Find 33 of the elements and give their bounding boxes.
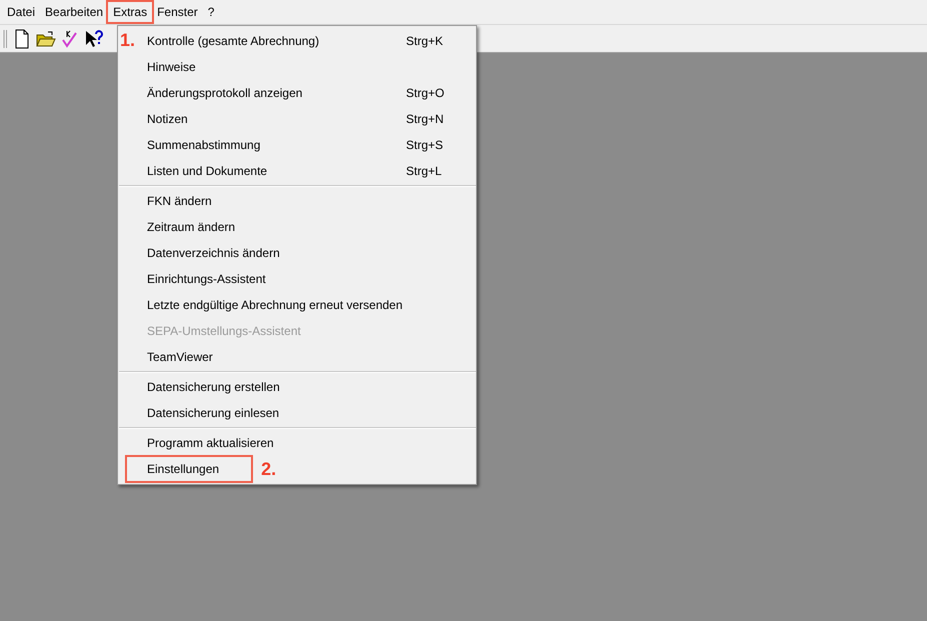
shortcut-text: Strg+O: [406, 86, 444, 100]
menu-item[interactable]: Zeitraum ändern: [147, 218, 406, 236]
menu-bar-item[interactable]: Datei: [2, 2, 40, 22]
menu-bar-item[interactable]: Bearbeiten: [40, 2, 108, 22]
shortcut-text: Strg+N: [406, 112, 444, 126]
step-number: 2.: [261, 459, 276, 479]
menu-bar-item[interactable]: ?: [202, 2, 220, 22]
menu-item[interactable]: Listen und Dokumente: [147, 162, 406, 180]
shortcut-text: Strg+S: [406, 138, 444, 152]
menu-item[interactable]: Datensicherung erstellen: [147, 378, 406, 396]
menu-item[interactable]: FKN ändern: [147, 192, 406, 210]
shortcut-text: Strg+K: [406, 34, 444, 48]
toolbar-grip: [3, 28, 8, 48]
menu-item[interactable]: Notizen: [147, 110, 406, 128]
check-icon[interactable]: [62, 28, 78, 48]
menu-item[interactable]: Änderungsprotokoll anzeigen: [147, 84, 406, 102]
new-document-icon[interactable]: [14, 28, 30, 48]
step-number: 1.: [120, 30, 136, 50]
open-folder-icon[interactable]: [36, 30, 56, 48]
shortcut-text: Strg+L: [406, 164, 442, 178]
help-pointer-icon[interactable]: [84, 28, 104, 48]
menu-item[interactable]: Datenverzeichnis ändern: [147, 244, 406, 262]
menu-item[interactable]: Datensicherung einlesen: [147, 404, 406, 422]
menu-item[interactable]: Hinweise: [147, 58, 406, 76]
menu-item[interactable]: TeamViewer: [147, 348, 406, 366]
menu-bar-item[interactable]: Fenster: [152, 2, 203, 22]
menu-item[interactable]: Programm aktualisieren: [147, 434, 406, 452]
menu-item[interactable]: Letzte endgültige Abrechnung erneut versenden: [147, 296, 406, 314]
menu-bar-item[interactable]: Extras: [108, 2, 152, 22]
menu-item[interactable]: Kontrolle (gesamte Abrechnung): [147, 32, 406, 50]
menu-item[interactable]: Summenabstimmung: [147, 136, 406, 154]
menu-item[interactable]: Einrichtungs-Assistent: [147, 270, 406, 288]
menu-item[interactable]: Einstellungen: [127, 457, 252, 481]
